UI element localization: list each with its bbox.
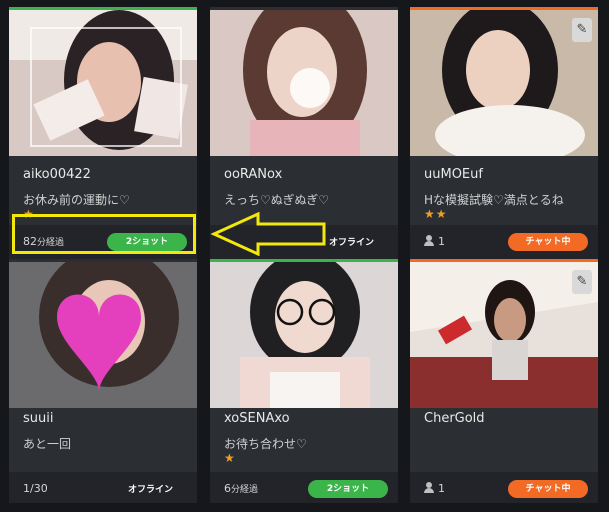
show-count: 1/30 bbox=[23, 482, 48, 495]
performer-thumbnail[interactable] bbox=[210, 262, 398, 408]
card-footer: 1 チャット中 bbox=[410, 225, 598, 259]
performer-thumbnail[interactable]: ✎ bbox=[410, 10, 598, 156]
performer-name[interactable]: uuMOEuf bbox=[424, 167, 483, 182]
performer-comment: Hな模擬試験♡満点とるね bbox=[424, 193, 564, 207]
pen-icon: ✎ bbox=[572, 270, 592, 294]
performer-thumbnail[interactable] bbox=[9, 262, 197, 408]
performer-comment: えっち♡ぬぎぬぎ♡ bbox=[224, 193, 330, 207]
annotation-arrow-icon bbox=[210, 212, 326, 256]
performer-name[interactable]: ooRANox bbox=[224, 167, 282, 182]
highlight-box bbox=[12, 214, 196, 254]
elapsed-time: 6分経過 bbox=[224, 482, 258, 495]
elapsed-minutes: 6 bbox=[224, 482, 231, 495]
performer-comment: お休み前の運動に♡ bbox=[23, 193, 130, 207]
status-offline: オフライン bbox=[127, 485, 173, 495]
card-footer: 6分経過 2ショット bbox=[210, 472, 398, 503]
performer-card[interactable]: ✎ uuMOEuf Hな模擬試験♡満点とるね ★★ 1 チャット中 bbox=[410, 7, 598, 259]
performer-name[interactable]: aiko00422 bbox=[23, 167, 91, 182]
status-offline: オフライン bbox=[328, 238, 374, 248]
performer-thumbnail[interactable] bbox=[9, 10, 197, 156]
performer-comment: お待ち合わせ♡ bbox=[224, 437, 307, 451]
performer-name[interactable]: xoSENAxo bbox=[224, 411, 290, 426]
elapsed-unit: 分経過 bbox=[231, 485, 259, 495]
viewer-count-value: 1 bbox=[438, 235, 445, 248]
status-badge[interactable]: チャット中 bbox=[508, 480, 588, 498]
performer-card[interactable]: ✎ CherGold 1 チャット中 bbox=[410, 259, 598, 503]
performer-thumbnail[interactable]: ✎ bbox=[410, 262, 598, 408]
pen-icon: ✎ bbox=[572, 18, 592, 42]
performer-thumbnail[interactable] bbox=[210, 10, 398, 156]
performer-card[interactable]: suuii あと一回 1/30 オフライン bbox=[9, 259, 197, 503]
card-footer: 1 チャット中 bbox=[410, 472, 598, 503]
rating-stars: ★ bbox=[224, 451, 236, 465]
rating-stars: ★★ bbox=[424, 207, 448, 221]
performer-comment: あと一回 bbox=[23, 437, 72, 451]
viewer-count: 1 bbox=[424, 235, 445, 248]
viewer-count-value: 1 bbox=[438, 482, 445, 495]
performer-name[interactable]: suuii bbox=[23, 411, 53, 426]
viewer-count: 1 bbox=[424, 482, 445, 495]
person-icon bbox=[424, 482, 434, 493]
card-footer: 1/30 オフライン bbox=[9, 472, 197, 503]
status-badge[interactable]: 2ショット bbox=[308, 480, 388, 498]
performer-name[interactable]: CherGold bbox=[424, 411, 485, 426]
performer-card[interactable]: xoSENAxo お待ち合わせ♡ ★ 6分経過 2ショット bbox=[210, 259, 398, 503]
person-icon bbox=[424, 235, 434, 246]
status-badge[interactable]: チャット中 bbox=[508, 233, 588, 251]
